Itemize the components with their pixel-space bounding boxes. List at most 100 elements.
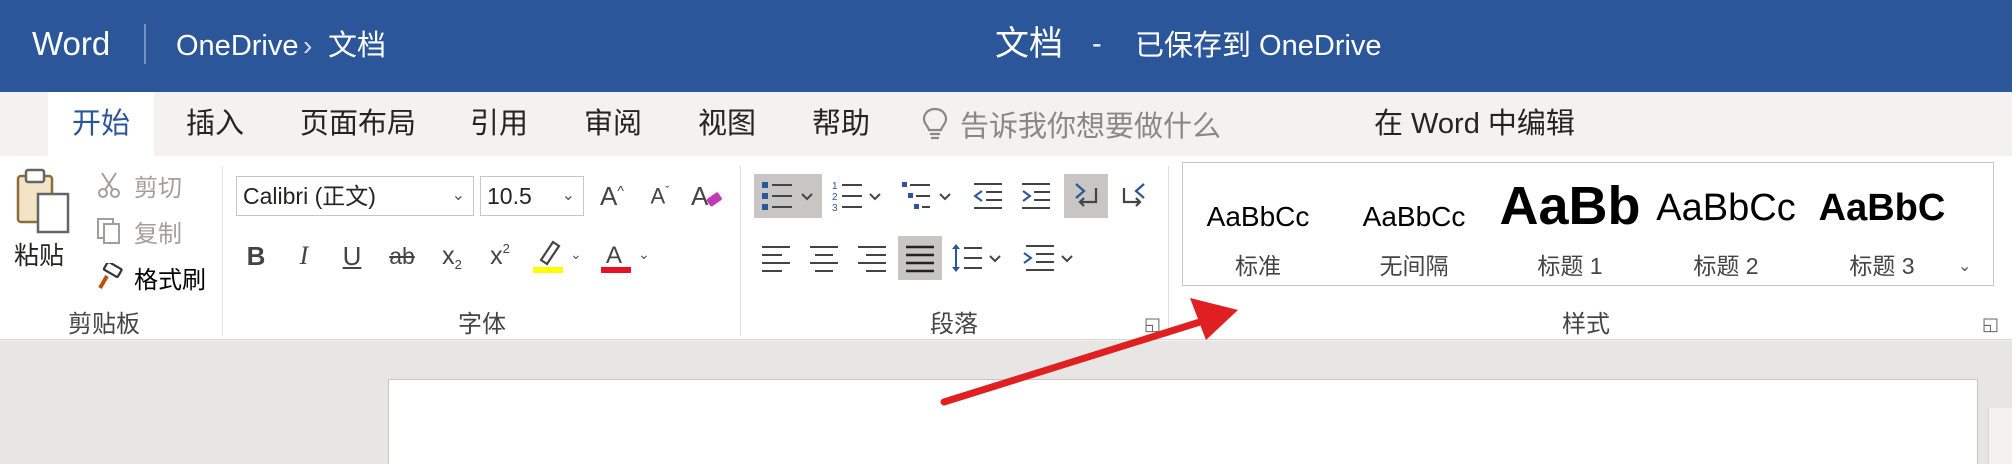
paragraph-group-label: 段落 (930, 311, 978, 338)
shrink-font-icon: Aˇ (650, 182, 670, 209)
rtl-button[interactable] (1112, 174, 1156, 218)
align-right-button[interactable] (850, 236, 894, 280)
styles-dialog-launcher-icon[interactable]: ◱ (1982, 314, 1999, 335)
highlight-button[interactable] (528, 236, 568, 276)
paste-label: 粘贴 (14, 242, 65, 270)
word-online-window: Word OneDrive › 文档 文档 - 已保存到 OneDrive 开始… (0, 0, 2012, 464)
strikethrough-button[interactable]: ab (382, 236, 422, 276)
clear-formatting-button[interactable]: A (686, 176, 726, 216)
cut-label: 剪切 (134, 174, 182, 202)
tab-references[interactable]: 引用 (470, 92, 528, 156)
multilevel-list-icon (902, 182, 951, 209)
increase-indent-icon (1022, 183, 1050, 209)
style-heading-3[interactable]: AaBbC 标题 3 (1807, 163, 1957, 285)
tab-insert[interactable]: 插入 (186, 92, 244, 156)
group-divider (222, 166, 223, 336)
style-name: 标题 3 (1849, 253, 1915, 279)
style-sample: AaBbCc (1362, 201, 1466, 232)
chevron-right-icon: › (303, 30, 313, 61)
style-no-spacing[interactable]: AaBbCc 无间隔 (1339, 163, 1489, 285)
tab-layout[interactable]: 页面布局 (300, 92, 416, 156)
font-name-value: Calibri (正文) (243, 183, 376, 209)
numbering-button[interactable]: 123 (828, 174, 888, 218)
title-divider (144, 24, 146, 64)
format-painter-icon (94, 262, 124, 292)
copy-label: 复制 (134, 220, 182, 248)
style-heading-1[interactable]: AaBb 标题 1 (1495, 163, 1645, 285)
svg-text:2: 2 (832, 192, 838, 203)
bold-button[interactable]: B (236, 236, 276, 276)
chevron-down-icon[interactable]: ⌄ (638, 246, 650, 263)
font-size-value: 10.5 (487, 183, 532, 209)
styles-gallery: AaBbCc 标准 AaBbCc 无间隔 AaBb 标题 1 AaBbCc 标题… (1182, 162, 1994, 286)
font-color-icon: A (601, 242, 631, 273)
font-size-dropdown[interactable]: 10.5 ⌄ (480, 176, 584, 216)
format-painter-label: 格式刷 (134, 266, 206, 294)
justify-icon (906, 245, 934, 273)
tab-home[interactable]: 开始 (48, 92, 155, 156)
format-painter-button[interactable]: 格式刷 (94, 258, 206, 296)
breadcrumb-folder[interactable]: 文档 (328, 26, 386, 66)
app-name[interactable]: Word (32, 22, 110, 66)
breadcrumb-onedrive[interactable]: OneDrive (176, 26, 299, 66)
paragraph-spacing-icon (1023, 245, 1073, 271)
cut-button[interactable]: 剪切 (94, 166, 182, 204)
line-spacing-icon (952, 244, 1001, 272)
shrink-font-button[interactable]: Aˇ (640, 176, 680, 216)
style-name: 标准 (1235, 253, 1281, 279)
svg-text:A: A (606, 242, 622, 269)
save-status[interactable]: 已保存到 OneDrive (1135, 26, 1382, 66)
vertical-scrollbar[interactable] (1988, 408, 2012, 464)
title-dash: - (1092, 28, 1102, 60)
chevron-down-icon: ⌄ (561, 187, 575, 204)
lightbulb-icon (922, 107, 948, 140)
gallery-more-chevron-icon[interactable]: ⌄ (1958, 256, 1971, 276)
decrease-indent-button[interactable] (966, 174, 1010, 218)
style-normal[interactable]: AaBbCc 标准 (1183, 163, 1333, 285)
justify-button[interactable] (898, 236, 942, 280)
copy-icon (94, 216, 124, 246)
underline-button[interactable]: U (332, 236, 372, 276)
style-heading-2[interactable]: AaBbCc 标题 2 (1651, 163, 1801, 285)
tab-help[interactable]: 帮助 (812, 92, 870, 156)
ltr-button[interactable] (1064, 174, 1108, 218)
title-bar: Word OneDrive › 文档 文档 - 已保存到 OneDrive (0, 0, 2012, 92)
grow-font-button[interactable]: A^ (592, 176, 632, 216)
tell-me-search[interactable]: 告诉我你想要做什么 (920, 92, 1221, 156)
bullets-button[interactable] (754, 174, 822, 218)
font-name-dropdown[interactable]: Calibri (正文) ⌄ (236, 176, 474, 216)
increase-indent-button[interactable] (1014, 174, 1058, 218)
font-color-button[interactable]: A (596, 236, 636, 276)
svg-text:3: 3 (832, 203, 838, 214)
chevron-down-icon[interactable]: ⌄ (570, 246, 582, 263)
style-sample: AaBbCc (1656, 187, 1796, 229)
paragraph-dialog-launcher-icon[interactable]: ◱ (1144, 314, 1161, 335)
clipboard-group-label: 剪贴板 (68, 311, 140, 338)
tab-review[interactable]: 审阅 (584, 92, 642, 156)
scissors-icon (94, 170, 124, 200)
italic-button[interactable]: I (284, 236, 324, 276)
document-page[interactable] (388, 379, 1978, 464)
style-name: 标题 2 (1693, 253, 1759, 279)
style-name: 无间隔 (1379, 253, 1449, 279)
edit-in-word-button[interactable]: 在 Word 中编辑 (1374, 92, 1575, 156)
style-sample: AaBbC (1818, 187, 1946, 229)
ribbon-home: 粘贴 剪切 复制 格式刷 剪贴板 Calibri (正文) ⌄ 10.5 ⌄ A… (0, 156, 2012, 340)
align-left-button[interactable] (754, 236, 798, 280)
subscript-button[interactable]: x2 (432, 236, 472, 276)
multilevel-list-button[interactable] (898, 174, 958, 218)
style-sample: AaBbCc (1206, 201, 1310, 232)
align-center-button[interactable] (802, 236, 846, 280)
copy-button[interactable]: 复制 (94, 212, 182, 250)
align-right-icon (858, 246, 886, 272)
document-title[interactable]: 文档 (995, 22, 1063, 66)
tab-view[interactable]: 视图 (698, 92, 756, 156)
superscript-label: x (490, 241, 503, 270)
paragraph-spacing-button[interactable] (1020, 236, 1080, 280)
grow-font-icon: A^ (600, 180, 624, 211)
group-divider (740, 166, 741, 336)
subscript-index: 2 (454, 256, 462, 272)
line-spacing-button[interactable] (948, 236, 1008, 280)
superscript-button[interactable]: x2 (480, 236, 520, 276)
numbered-list-icon: 123 (832, 181, 881, 214)
